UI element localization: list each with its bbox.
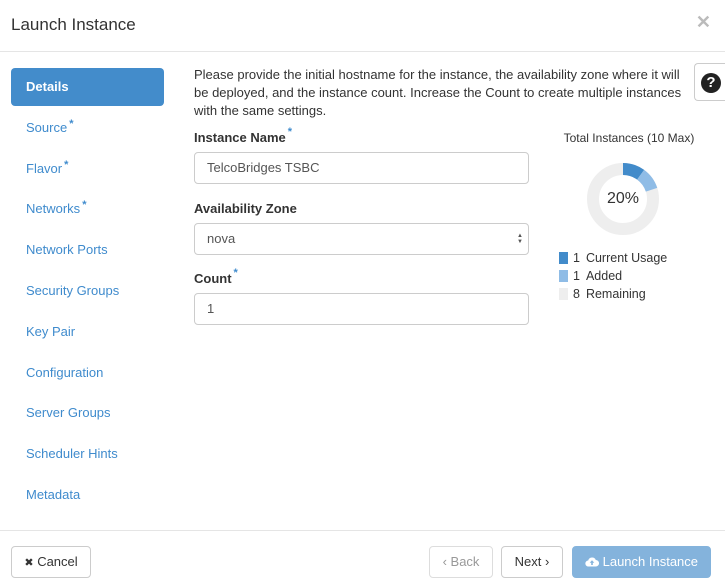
sidebar-item-label: Server Groups [26, 405, 111, 421]
chevron-left-icon: ‹ [442, 554, 447, 569]
close-icon[interactable]: ✕ [696, 12, 711, 32]
sidebar-item-label: Security Groups [26, 282, 120, 298]
count-input[interactable]: 1 [194, 293, 529, 325]
count-label: Count * [194, 267, 238, 286]
donut-chart: 20% [587, 163, 659, 235]
wizard-nav: Details Source * Flavor * Networks * Network Po… [11, 68, 164, 517]
availability-zone-select[interactable]: nova ▲ ▼ [194, 223, 529, 255]
sidebar-item-scheduler-hints[interactable]: Scheduler Hints [11, 435, 164, 473]
legend-item-current: 1 Current Usage [559, 249, 705, 267]
sidebar-item-key-pair[interactable]: Key Pair [11, 313, 164, 351]
sidebar-item-network-ports[interactable]: Network Ports [11, 231, 164, 269]
sidebar-item-server-groups[interactable]: Server Groups [11, 394, 164, 432]
modal-footer: ✖ Cancel ‹ Back Next › Launch Instance [0, 530, 725, 586]
required-marker: * [64, 158, 69, 171]
legend-label: Remaining [585, 287, 646, 301]
cloud-upload-icon [585, 554, 603, 569]
help-button[interactable]: ? [694, 63, 725, 101]
quota-legend: 1 Current Usage 1 Added 8 Remaining [559, 249, 705, 303]
donut-percent-label: 20% [606, 190, 640, 207]
instance-name-input[interactable]: TelcoBridges TSBC [194, 152, 529, 184]
question-circle-icon: ? [701, 73, 721, 93]
times-icon: ✖ [24, 557, 34, 569]
select-arrows-icon: ▲ ▼ [517, 233, 523, 245]
sidebar-item-label: Details [26, 79, 69, 94]
modal-title: Launch Instance [11, 15, 136, 34]
availability-zone-value: nova [207, 231, 236, 246]
sidebar-item-label: Key Pair [26, 323, 76, 339]
required-marker: * [287, 126, 293, 138]
legend-item-added: 1 Added [559, 267, 705, 285]
instances-quota-chart: Total Instances (10 Max) 20% 1 Current Us… [553, 131, 705, 303]
sidebar-item-flavor[interactable]: Flavor * [11, 150, 164, 188]
modal-header: Launch Instance ✕ [0, 0, 725, 52]
back-button[interactable]: ‹ Back [429, 546, 493, 578]
sidebar-item-label: Scheduler Hints [26, 446, 118, 462]
step-description: Please provide the initial hostname for … [194, 67, 682, 118]
legend-count: 8 [573, 287, 580, 301]
required-marker: * [69, 117, 74, 130]
sidebar-item-details[interactable]: Details [11, 68, 164, 106]
chevron-right-icon: › [545, 554, 550, 569]
sidebar-item-security-groups[interactable]: Security Groups [11, 272, 164, 310]
legend-label: Current Usage [585, 251, 668, 265]
sidebar-item-label: Networks [26, 201, 81, 217]
legend-swatch [559, 288, 568, 300]
legend-label: Added [585, 269, 623, 283]
legend-swatch [559, 270, 568, 282]
quota-title: Total Instances (10 Max) [563, 131, 695, 145]
sidebar-item-label: Network Ports [26, 242, 108, 258]
launch-instance-button[interactable]: Launch Instance [572, 546, 711, 578]
details-step: Please provide the initial hostname for … [194, 66, 694, 120]
sidebar-item-source[interactable]: Source * [11, 109, 164, 147]
availability-zone-label: Availability Zone [194, 201, 297, 216]
sidebar-item-networks[interactable]: Networks * [11, 190, 164, 228]
legend-swatch [559, 252, 568, 264]
sidebar-item-label: Configuration [26, 364, 104, 380]
sidebar-item-label: Flavor [26, 160, 63, 176]
sidebar-item-label: Source [26, 119, 68, 135]
legend-count: 1 [573, 251, 580, 265]
instance-name-label: Instance Name * [194, 126, 293, 145]
legend-item-remaining: 8 Remaining [559, 285, 705, 303]
sidebar-item-configuration[interactable]: Configuration [11, 354, 164, 392]
required-marker: * [82, 199, 87, 212]
sidebar-item-label: Metadata [26, 486, 81, 502]
sidebar-item-metadata[interactable]: Metadata [11, 476, 164, 514]
legend-count: 1 [573, 269, 580, 283]
cancel-button[interactable]: ✖ Cancel [11, 546, 91, 578]
next-button[interactable]: Next › [501, 546, 563, 578]
required-marker: * [233, 267, 238, 279]
details-form: Instance Name * TelcoBridges TSBC Availab… [194, 126, 529, 325]
